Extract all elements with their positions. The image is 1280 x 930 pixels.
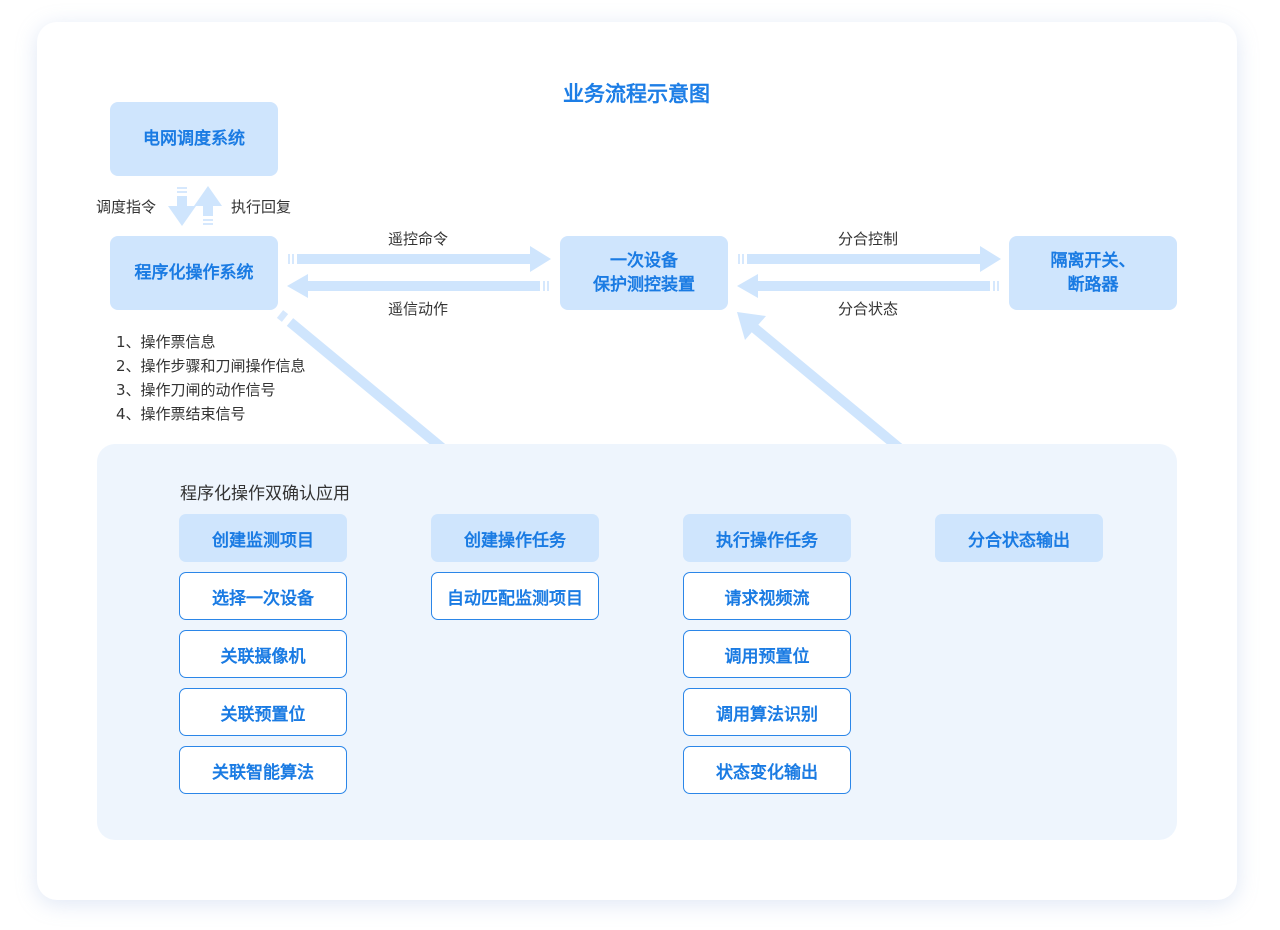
step-create-monitor-item: 创建监测项目: [179, 514, 347, 562]
arrow-execution-reply: [194, 186, 222, 225]
node-isolator-breaker: 隔离开关、 断路器: [1009, 236, 1177, 310]
arrow-dispatch-command: [168, 187, 196, 226]
arrow-open-close-control: [738, 246, 1001, 272]
operation-notes: 1、操作票信息 2、操作步骤和刀闸操作信息 3、操作刀闸的动作信号 4、操作票结…: [116, 330, 306, 426]
sub-select-primary-device: 选择一次设备: [179, 572, 347, 620]
label-remote-control: 遥控命令: [388, 230, 449, 248]
node-program-operation: 程序化操作系统: [110, 236, 278, 310]
label-execution-reply: 执行回复: [231, 198, 292, 216]
sub-link-preset: 关联预置位: [179, 688, 347, 736]
sub-call-preset: 调用预置位: [683, 630, 851, 678]
arrow-remote-signal: [287, 274, 549, 298]
label-dispatch-command: 调度指令: [96, 198, 157, 216]
label-remote-signal: 遥信动作: [388, 300, 449, 318]
sub-call-algorithm: 调用算法识别: [683, 688, 851, 736]
panel-title: 程序化操作双确认应用: [180, 484, 350, 504]
step-create-operation-task: 创建操作任务: [431, 514, 599, 562]
note-item: 3、操作刀闸的动作信号: [116, 381, 276, 399]
note-item: 4、操作票结束信号: [116, 405, 246, 423]
arrow-open-close-state: [737, 274, 999, 298]
sub-request-video-stream: 请求视频流: [683, 572, 851, 620]
node-grid-dispatch: 电网调度系统: [110, 102, 278, 176]
label-open-close-state: 分合状态: [838, 300, 899, 318]
step-open-close-state-output: 分合状态输出: [935, 514, 1103, 562]
sub-link-smart-algorithm: 关联智能算法: [179, 746, 347, 794]
note-item: 2、操作步骤和刀闸操作信息: [116, 357, 306, 375]
arrow-remote-control: [288, 246, 551, 272]
step-execute-operation-task: 执行操作任务: [683, 514, 851, 562]
node-primary-device: 一次设备 保护测控装置: [560, 236, 728, 310]
sub-link-camera: 关联摄像机: [179, 630, 347, 678]
note-item: 1、操作票信息: [116, 333, 216, 351]
sub-state-change-output: 状态变化输出: [683, 746, 851, 794]
sub-auto-match-monitor: 自动匹配监测项目: [431, 572, 599, 620]
label-open-close-control: 分合控制: [838, 230, 899, 248]
